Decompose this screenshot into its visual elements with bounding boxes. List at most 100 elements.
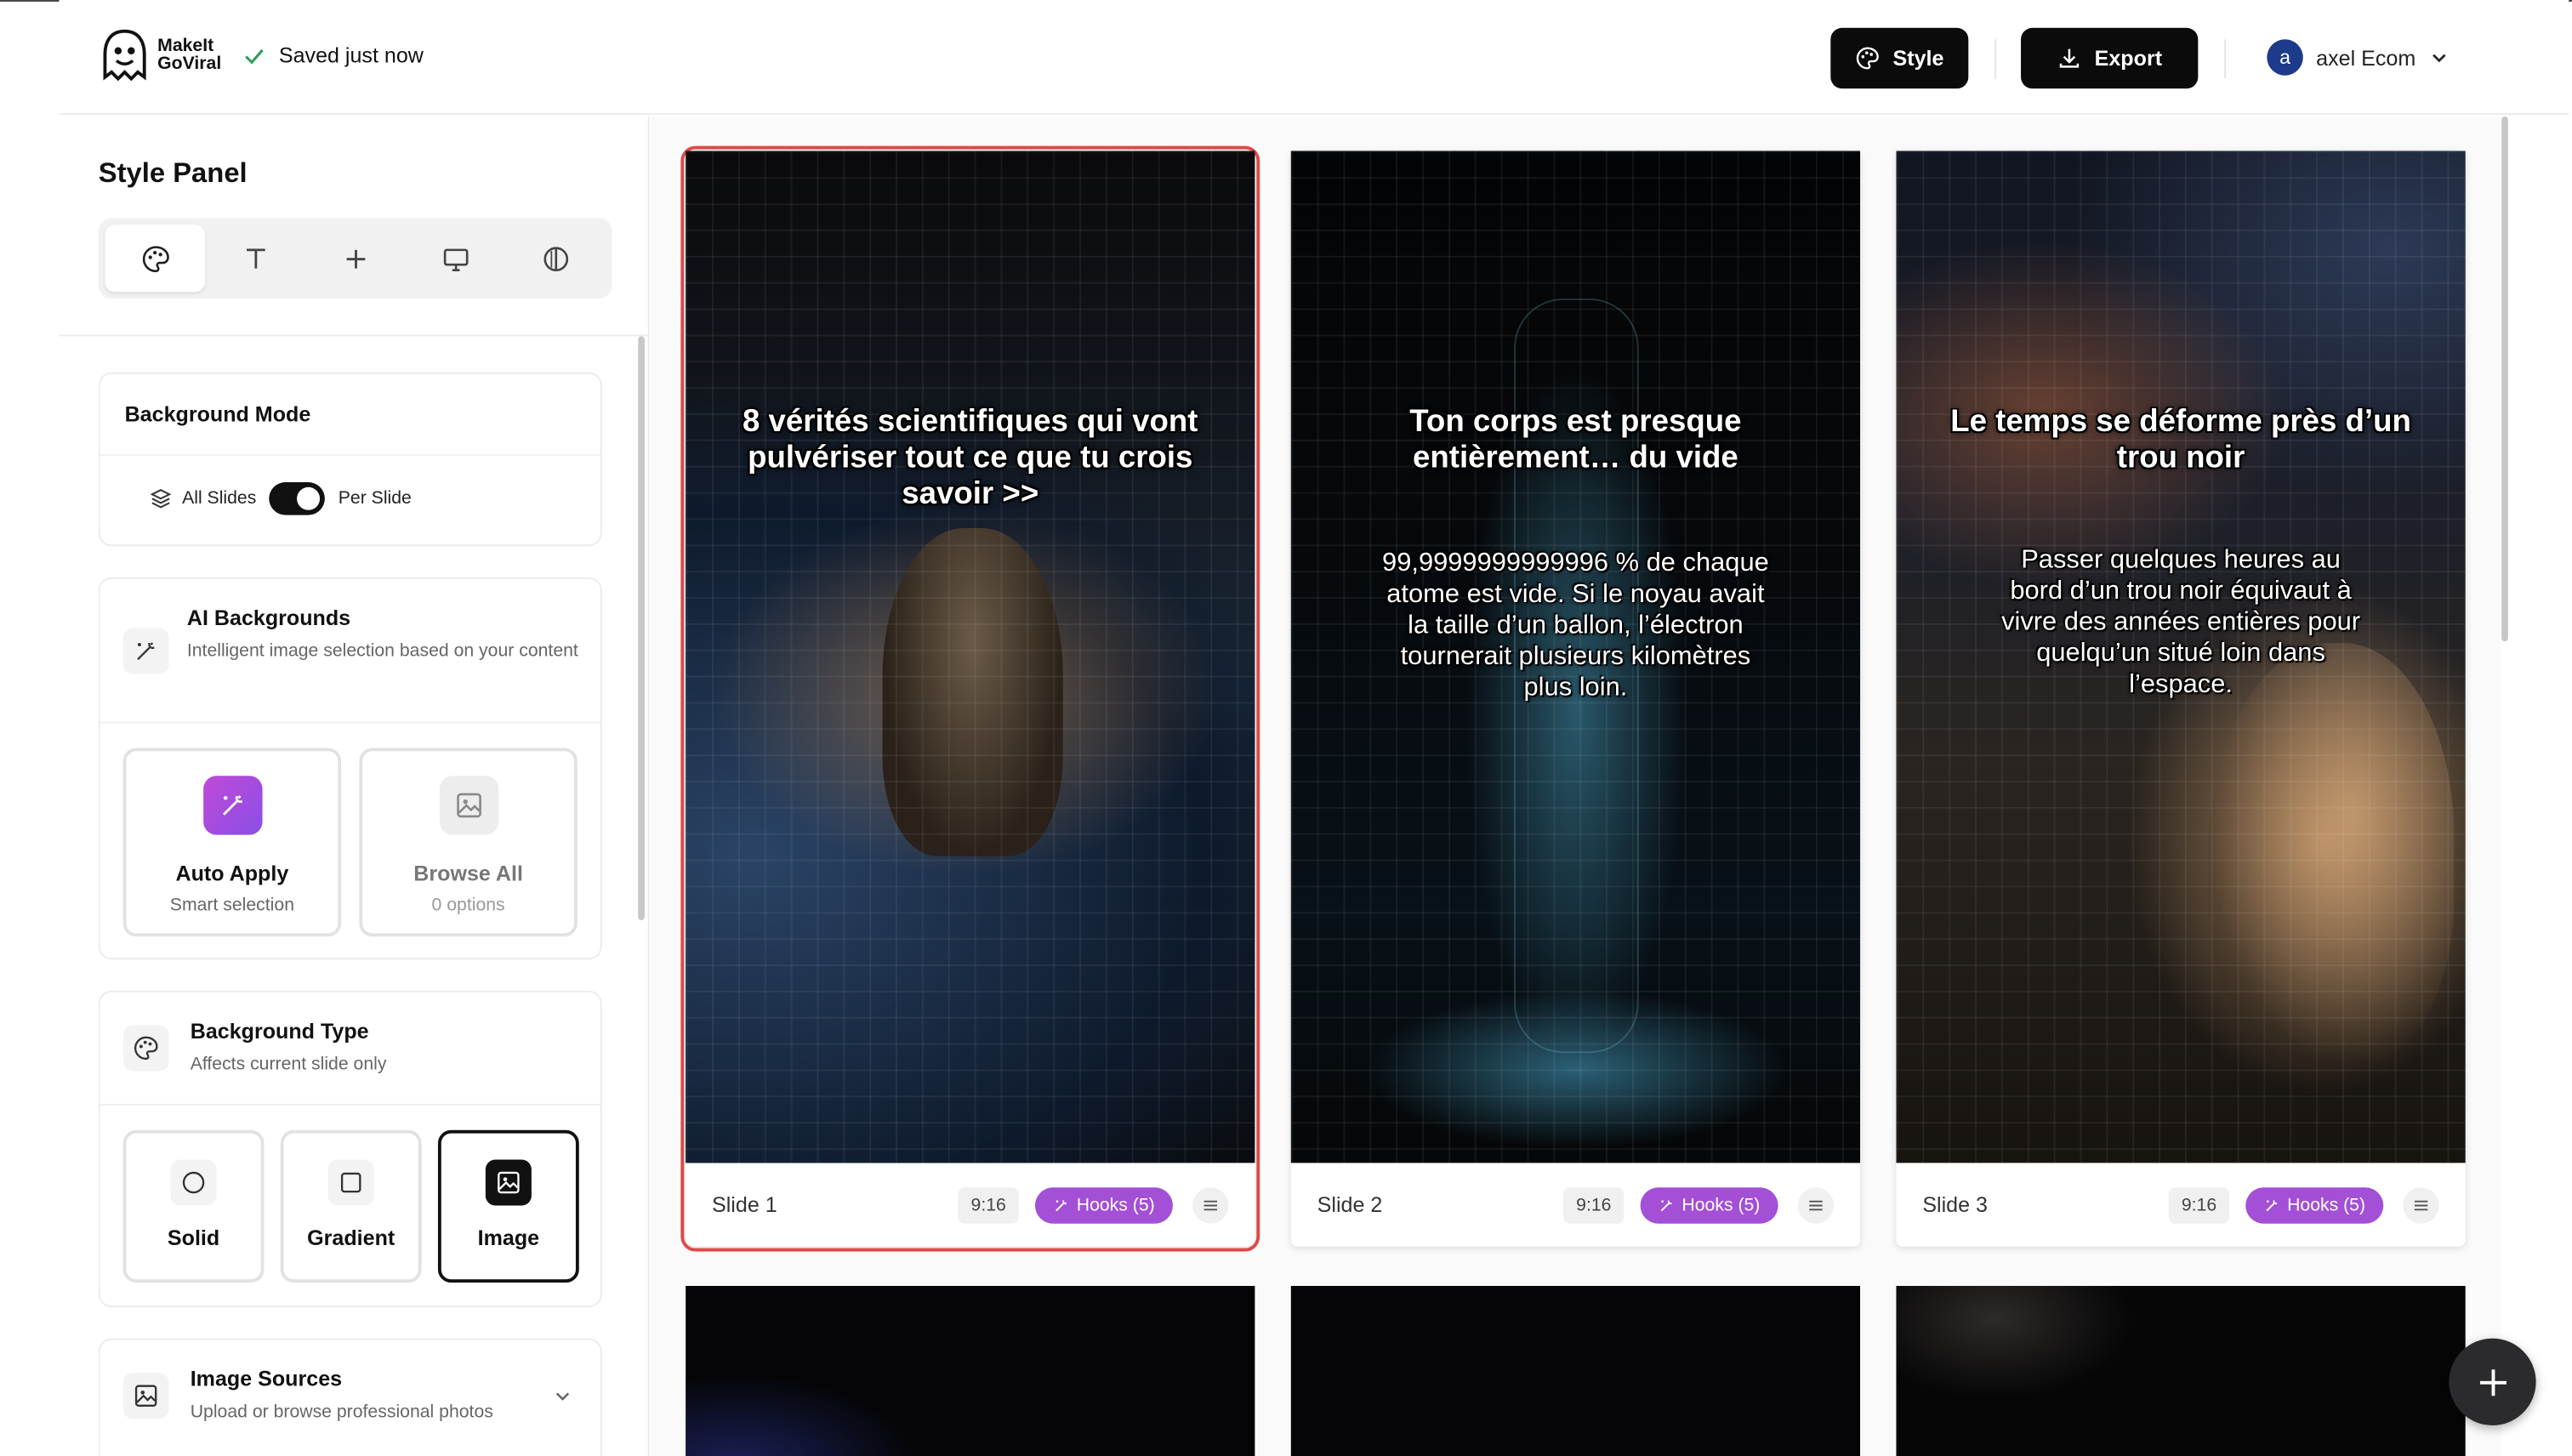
plus-icon	[345, 248, 365, 268]
browse-all-option[interactable]: Browse All 0 options	[359, 748, 578, 937]
slide-card-1[interactable]: 8 vérités scientifiques qui vont pulvéri…	[680, 145, 1260, 1252]
slide-2-title[interactable]: Ton corps est presque entièrement… du vi…	[1323, 405, 1827, 477]
menu-icon	[1203, 1199, 1218, 1210]
export-button[interactable]: Export	[2021, 27, 2199, 89]
slide-2-hooks-label: Hooks (5)	[1681, 1194, 1761, 1215]
slide-2-menu-button[interactable]	[1797, 1186, 1835, 1223]
panel-title: Style Panel	[98, 157, 248, 189]
image-icon	[498, 1171, 520, 1194]
palette-icon	[134, 1036, 158, 1061]
image-label: Image	[477, 1225, 540, 1250]
auto-apply-title: Auto Apply	[175, 861, 289, 886]
slide-1-footer: Slide 1 9:16 Hooks (5)	[686, 1163, 1255, 1246]
slide-2-footer: Slide 2 9:16 Hooks (5)	[1291, 1163, 1860, 1246]
slide-1-ratio[interactable]: 9:16	[958, 1186, 1020, 1223]
image-sources-card[interactable]: Image Sources Upload or browse professio…	[98, 1338, 602, 1456]
tab-colors[interactable]	[105, 225, 206, 293]
tab-display[interactable]	[405, 225, 505, 292]
sidebar-divider	[59, 334, 648, 337]
monitor-icon	[442, 247, 468, 271]
image-sources-icon-box	[122, 1373, 169, 1419]
slide-1-menu-button[interactable]	[1192, 1186, 1229, 1223]
slide-1-label: Slide 1	[712, 1192, 777, 1218]
canvas-scrollbar-thumb[interactable]	[2501, 116, 2508, 642]
image-icon	[456, 793, 481, 818]
card-divider	[100, 1103, 600, 1106]
slide-card-5-partial[interactable]	[1290, 1286, 1861, 1456]
slide-1-title[interactable]: 8 vérités scientifiques qui vont pulvéri…	[719, 405, 1222, 513]
save-status-text: Saved just now	[278, 43, 424, 68]
magic-wand-icon	[222, 795, 242, 816]
magic-wand-icon	[137, 642, 155, 661]
grid-overlay	[686, 151, 1255, 1163]
background-type-card: Background Type Affects current slide on…	[98, 990, 602, 1308]
per-slide-label: Per Slide	[338, 488, 412, 509]
save-status: Saved just now	[242, 43, 424, 68]
browse-all-icon-box	[438, 776, 498, 835]
logo-text: MakeIt GoViral	[157, 37, 221, 73]
browse-all-subtitle: 0 options	[431, 896, 505, 916]
slide-card-3[interactable]: Le temps se déforme près d’un trou noir …	[1896, 151, 2466, 1247]
ai-backgrounds-card: AI Backgrounds Intelligent image selecti…	[98, 577, 602, 960]
slide-3-title[interactable]: Le temps se déforme près d’un trou noir	[1929, 405, 2433, 477]
contrast-icon	[543, 246, 568, 271]
slide-1-hooks-label: Hooks (5)	[1076, 1194, 1155, 1215]
tab-contrast[interactable]	[505, 225, 606, 292]
logo-line-1: MakeIt	[157, 36, 214, 56]
slide-card-4-partial[interactable]	[686, 1286, 1255, 1456]
background-mode-title: Background Mode	[124, 401, 311, 427]
slide-3-menu-button[interactable]	[2403, 1186, 2439, 1223]
image-icon-box	[485, 1159, 532, 1206]
slide-card-6-partial[interactable]	[1896, 1286, 2466, 1456]
slide-1-background-image: 8 vérités scientifiques qui vont pulvéri…	[686, 151, 1255, 1163]
image-icon	[134, 1385, 157, 1407]
slide-2-ratio[interactable]: 9:16	[1562, 1186, 1625, 1223]
style-button[interactable]: Style	[1830, 27, 1969, 89]
palette-icon	[141, 245, 168, 272]
user-menu[interactable]: a axel Ecom	[2267, 39, 2449, 76]
card-divider	[100, 721, 600, 724]
text-icon	[246, 247, 265, 268]
download-icon	[2059, 48, 2079, 68]
tab-text[interactable]	[205, 225, 305, 292]
app-logo[interactable]: MakeIt GoViral	[99, 26, 221, 85]
slide-2-body[interactable]: 99,9999999999996 % de chaque atome est v…	[1373, 548, 1778, 703]
per-slide-toggle[interactable]	[269, 482, 326, 515]
slide-2-label: Slide 2	[1317, 1192, 1383, 1218]
slide-card-2[interactable]: Ton corps est presque entièrement… du vi…	[1290, 151, 1861, 1247]
slide-1-hooks-button[interactable]: Hooks (5)	[1035, 1186, 1173, 1223]
ai-backgrounds-icon-box	[122, 628, 169, 674]
all-slides-label: All Slides	[182, 488, 257, 509]
layers-icon	[150, 489, 172, 509]
background-type-solid[interactable]: Solid	[122, 1129, 265, 1283]
slide-2-hooks-button[interactable]: Hooks (5)	[1641, 1186, 1778, 1223]
tab-add[interactable]	[305, 225, 406, 292]
chevron-down-icon[interactable]	[553, 1386, 572, 1406]
slide-3-hooks-button[interactable]: Hooks (5)	[2245, 1186, 2384, 1223]
background-type-icon-box	[122, 1025, 169, 1072]
ai-backgrounds-subtitle: Intelligent image selection based on you…	[186, 641, 578, 662]
background-type-image[interactable]: Image	[437, 1129, 579, 1283]
sidebar-scrollbar[interactable]	[638, 336, 645, 920]
auto-apply-option[interactable]: Auto Apply Smart selection	[122, 748, 342, 937]
logo-line-2: GoViral	[157, 54, 222, 74]
slide-2-background-image: Ton corps est presque entièrement… du vi…	[1290, 151, 1861, 1163]
card-divider	[100, 454, 600, 457]
gradient-label: Gradient	[307, 1225, 395, 1250]
menu-icon	[2414, 1199, 2428, 1210]
style-panel-sidebar: Style Panel Background Mode All Slides P…	[59, 116, 650, 1456]
slide-3-ratio[interactable]: 9:16	[2168, 1186, 2230, 1223]
magic-wand-icon	[1056, 1199, 1067, 1211]
background-type-gradient[interactable]: Gradient	[280, 1129, 422, 1283]
header-divider	[1994, 39, 1997, 79]
user-name: axel Ecom	[2316, 45, 2416, 70]
solid-label: Solid	[167, 1225, 220, 1250]
slide-3-background-image: Le temps se déforme près d’un trou noir …	[1896, 151, 2466, 1163]
auto-apply-subtitle: Smart selection	[169, 896, 295, 916]
slide-3-body[interactable]: Passer quelques heures au bord d’un trou…	[1994, 544, 2367, 700]
canvas-scrollbar[interactable]	[2500, 116, 2512, 642]
menu-icon	[1809, 1199, 1823, 1210]
add-slide-button[interactable]	[2449, 1338, 2536, 1425]
background-type-title: Background Type	[190, 1018, 369, 1044]
background-type-text: Background Type Affects current slide on…	[191, 1019, 387, 1079]
